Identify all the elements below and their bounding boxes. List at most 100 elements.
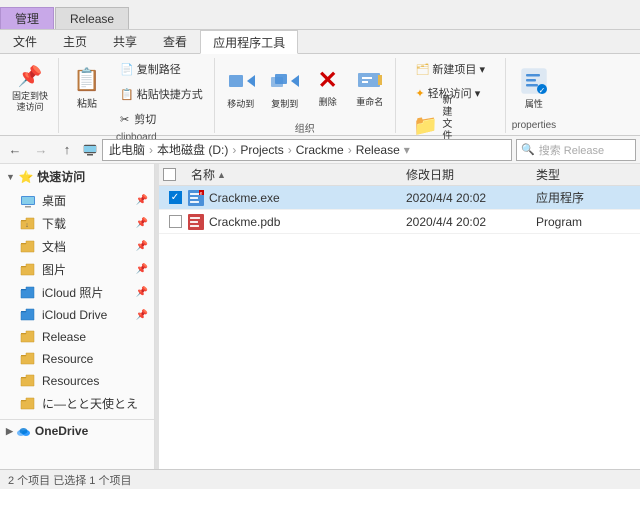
rename-icon — [356, 69, 384, 93]
checkbox-box — [169, 215, 182, 228]
download-folder-icon: ↓ — [20, 216, 36, 232]
file-list-header: 名称 ▲ 修改日期 类型 — [159, 164, 640, 186]
onedrive-chevron-icon: ▶ — [6, 426, 13, 437]
icloud-drive-icon — [20, 307, 36, 323]
tab-home[interactable]: 主页 — [50, 30, 100, 53]
docs-folder-icon — [20, 239, 36, 255]
properties-icon: ✓ — [520, 67, 548, 95]
sidebar-item-download[interactable]: ↓ 下载 📌 — [0, 212, 154, 235]
search-icon: 🔍 — [521, 143, 535, 156]
rename-button[interactable]: 重命名 — [351, 58, 389, 118]
sidebar-item-desktop[interactable]: 桌面 📌 — [0, 189, 154, 212]
ribbon-group-organize: 移动到 复制到 ✕ 删除 — [215, 58, 396, 133]
tab-app-tools[interactable]: 应用程序工具 — [200, 30, 298, 54]
ribbon-group-properties: ✓ 属性 properties — [506, 58, 562, 133]
filename-crackme-pdb: Crackme.pdb — [209, 215, 406, 229]
copy-to-button[interactable]: 复制到 — [265, 58, 305, 118]
properties-button[interactable]: ✓ 属性 — [514, 58, 554, 118]
move-to-button[interactable]: 移动到 — [221, 58, 261, 118]
ribbon-group-new: 🗂 新建项目 ▾ ✦ 轻松访问 ▾ 📁 新建文件夹 新建 — [396, 58, 506, 133]
sidebar-item-resource[interactable]: Resource — [0, 348, 154, 370]
title-bar: 管理 Release — [0, 0, 640, 30]
pin-icon-docs: 📌 — [136, 241, 148, 252]
filedate-crackme-exe: 2020/4/4 20:02 — [406, 191, 536, 205]
sidebar-quickaccess-header[interactable]: ▼ ⭐ 快速访问 — [0, 164, 154, 189]
sidebar-onedrive-header[interactable]: ▶ OneDrive — [0, 420, 154, 442]
cut-button[interactable]: ✂ 剪切 — [115, 108, 208, 130]
path-release[interactable]: Release — [356, 143, 400, 157]
scissors-icon: ✂ — [120, 113, 129, 126]
header-checkbox[interactable] — [163, 168, 176, 181]
pics-folder-icon — [20, 262, 36, 278]
pin-icon-desktop: 📌 — [136, 195, 148, 206]
path-projects[interactable]: Projects — [240, 143, 283, 157]
pdb-icon — [187, 213, 205, 231]
path-computer[interactable]: 此电脑 — [109, 141, 145, 158]
release-folder-icon — [20, 329, 36, 345]
pin-icon-icloud-drive: 📌 — [136, 310, 148, 321]
ribbon-group-clipboard: 📋 粘贴 📄 复制路径 📋 粘贴快捷方式 ✂ 剪切 clipboard — [59, 58, 215, 133]
path-drive[interactable]: 本地磁盘 (D:) — [157, 141, 228, 158]
new-item-icon: 🗂 — [415, 63, 429, 76]
status-text: 2 个项目 已选择 1 个项目 — [8, 472, 131, 488]
pin-icon: 📌 — [18, 64, 43, 89]
sidebar-item-release[interactable]: Release — [0, 326, 154, 348]
title-tab-release[interactable]: Release — [55, 7, 129, 29]
status-bar: 2 个项目 已选择 1 个项目 — [0, 469, 640, 489]
svg-text:e: e — [200, 191, 203, 197]
sidebar-item-docs[interactable]: 文档 📌 — [0, 235, 154, 258]
ribbon-group-pin: 📌 固定到快速访问 . — [2, 58, 59, 133]
desktop-icon — [20, 193, 36, 209]
forward-button[interactable]: → — [30, 139, 52, 161]
header-check — [163, 168, 187, 181]
sidebar-item-icloud-drive[interactable]: iCloud Drive 📌 — [0, 304, 154, 326]
copy-path-button[interactable]: 📄 复制路径 — [115, 58, 208, 80]
delete-icon: ✕ — [318, 69, 338, 93]
header-date[interactable]: 修改日期 — [406, 166, 536, 183]
onedrive-icon — [17, 424, 31, 438]
new-item-button[interactable]: 🗂 新建项目 ▾ — [410, 58, 490, 80]
checkbox-crackme-pdb[interactable] — [163, 215, 187, 228]
sidebar: ▼ ⭐ 快速访问 桌面 📌 ↓ 下载 📌 文档 📌 图片 📌 — [0, 164, 155, 469]
main-layout: ▼ ⭐ 快速访问 桌面 📌 ↓ 下载 📌 文档 📌 图片 📌 — [0, 164, 640, 469]
sidebar-item-japanese[interactable]: に—とと天使とえ — [0, 392, 154, 415]
quickaccess-label: ⭐ 快速访问 — [19, 168, 85, 185]
svg-text:✓: ✓ — [539, 86, 546, 95]
search-box[interactable]: 🔍 搜索 Release — [516, 139, 636, 161]
sidebar-item-resources[interactable]: Resources — [0, 370, 154, 392]
title-tab-manage[interactable]: 管理 — [0, 7, 54, 29]
pin-icon-icloud-photos: 📌 — [136, 287, 148, 298]
icloud-photos-icon — [20, 285, 36, 301]
header-name[interactable]: 名称 ▲ — [187, 166, 406, 183]
paste-icon: 📋 — [73, 67, 100, 93]
paste-shortcut-button[interactable]: 📋 粘贴快捷方式 — [115, 83, 208, 105]
file-list: 名称 ▲ 修改日期 类型 ✓ e — [159, 164, 640, 469]
pin-quickaccess-button[interactable]: 📌 固定到快速访问 — [8, 60, 52, 116]
tab-file[interactable]: 文件 — [0, 30, 50, 53]
filetype-crackme-exe: 应用程序 — [536, 189, 636, 206]
sidebar-item-icloud-photos[interactable]: iCloud 照片 📌 — [0, 281, 154, 304]
filetype-crackme-pdb: Program — [536, 215, 636, 229]
path-crackme[interactable]: Crackme — [296, 143, 344, 157]
checkbox-crackme-exe[interactable]: ✓ — [163, 191, 187, 204]
address-path[interactable]: 此电脑 › 本地磁盘 (D:) › Projects › Crackme › R… — [102, 139, 512, 161]
up-button[interactable]: ↑ — [56, 139, 78, 161]
easy-access-icon: ✦ — [415, 87, 424, 100]
tab-share[interactable]: 共享 — [100, 30, 150, 53]
title-tabs: 管理 Release — [0, 0, 130, 29]
file-row-crackme-exe[interactable]: ✓ e Crackme.exe 2020/4/4 20:02 应用程序 — [159, 186, 640, 210]
new-folder-icon: 📁 — [413, 113, 438, 138]
sidebar-item-pics[interactable]: 图片 📌 — [0, 258, 154, 281]
svg-text:↓: ↓ — [25, 222, 29, 229]
file-row-crackme-pdb[interactable]: Crackme.pdb 2020/4/4 20:02 Program — [159, 210, 640, 234]
checkbox-box: ✓ — [169, 191, 182, 204]
ribbon-tabs: 文件 主页 共享 查看 应用程序工具 — [0, 30, 640, 54]
tab-view[interactable]: 查看 — [150, 30, 200, 53]
chevron-icon: ▼ — [6, 172, 15, 182]
filedate-crackme-pdb: 2020/4/4 20:02 — [406, 215, 536, 229]
header-type[interactable]: 类型 — [536, 166, 636, 183]
delete-button[interactable]: ✕ 删除 — [309, 58, 347, 118]
back-button[interactable]: ← — [4, 139, 26, 161]
paste-button[interactable]: 📋 粘贴 — [65, 58, 109, 118]
filename-crackme-exe: Crackme.exe — [209, 191, 406, 205]
